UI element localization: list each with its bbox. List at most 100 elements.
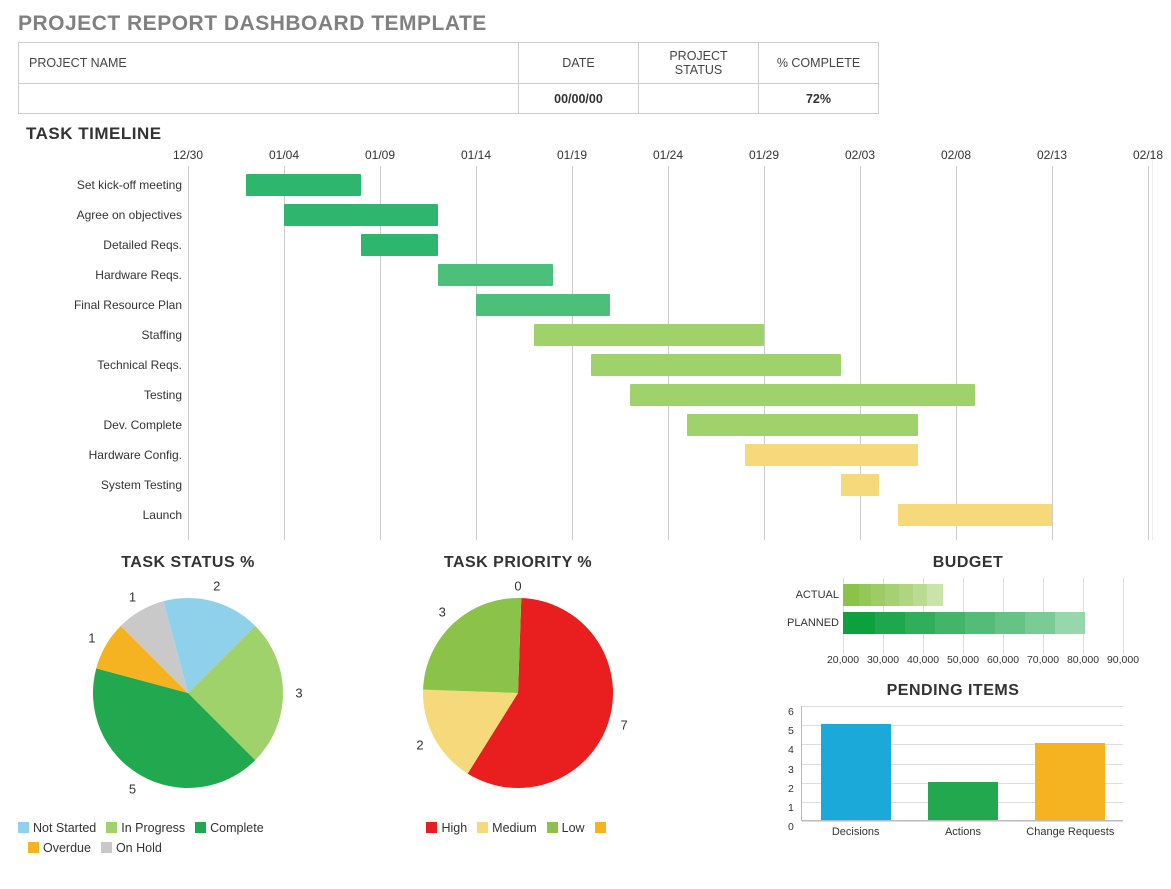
gantt-task-label: Set kick-off meeting xyxy=(18,170,188,200)
gantt-task-label: Staffing xyxy=(18,320,188,350)
header-status-value[interactable] xyxy=(639,84,759,114)
gantt-tick: 02/18 xyxy=(1133,148,1163,162)
pending-items-chart: 0123456DecisionsActionsChange Requests xyxy=(801,706,1123,821)
budget-chart: 20,00030,00040,00050,00060,00070,00080,0… xyxy=(783,578,1123,668)
priority-legend: High Medium Low xyxy=(368,818,668,838)
gantt-task-label: Detailed Reqs. xyxy=(18,230,188,260)
gantt-tick: 01/14 xyxy=(461,148,491,162)
legend-swatch xyxy=(101,842,112,853)
page-title: PROJECT REPORT DASHBOARD TEMPLATE xyxy=(18,12,1153,36)
gantt-tick: 12/30 xyxy=(173,148,203,162)
pie-value-label: 2 xyxy=(416,738,423,753)
pending-category-label: Actions xyxy=(913,826,1013,838)
pending-bar xyxy=(1035,743,1105,820)
gantt-task-label: Hardware Config. xyxy=(18,440,188,470)
gantt-task-label: Dev. Complete xyxy=(18,410,188,440)
pending-category-label: Decisions xyxy=(806,826,906,838)
gantt-tick: 02/13 xyxy=(1037,148,1067,162)
gantt-task-label: Agree on objectives xyxy=(18,200,188,230)
legend-label: On Hold xyxy=(116,841,162,855)
pending-ytick: 2 xyxy=(788,783,794,795)
legend-label: Overdue xyxy=(43,841,91,855)
gantt-bar xyxy=(745,444,918,466)
gantt-bar xyxy=(630,384,976,406)
priority-section-title: TASK PRIORITY % xyxy=(368,554,668,572)
pie-value-label: 3 xyxy=(295,686,302,701)
pie-value-label: 7 xyxy=(621,718,628,733)
header-project-name-label: PROJECT NAME xyxy=(19,43,519,84)
gantt-bar xyxy=(284,204,438,226)
project-header-table: PROJECT NAME DATE PROJECT STATUS % COMPL… xyxy=(18,42,879,114)
legend-swatch xyxy=(547,822,558,833)
gantt-bar xyxy=(361,234,438,256)
status-section-title: TASK STATUS % xyxy=(18,554,358,572)
budget-section-title: BUDGET xyxy=(783,554,1153,572)
gantt-task-label: Technical Reqs. xyxy=(18,350,188,380)
pie-value-label: 0 xyxy=(514,579,521,594)
pending-ytick: 1 xyxy=(788,802,794,814)
gantt-tick: 02/08 xyxy=(941,148,971,162)
budget-tick: 50,000 xyxy=(947,654,979,666)
legend-label: Low xyxy=(562,821,585,835)
gantt-tick: 02/03 xyxy=(845,148,875,162)
gantt-tick: 01/29 xyxy=(749,148,779,162)
gantt-task-label: Launch xyxy=(18,500,188,530)
pie-value-label: 2 xyxy=(213,578,220,593)
legend-swatch xyxy=(18,822,29,833)
gantt-bar xyxy=(841,474,879,496)
gantt-tick: 01/04 xyxy=(269,148,299,162)
task-priority-pie: 7 2 3 0 xyxy=(403,578,633,808)
pending-ytick: 5 xyxy=(788,725,794,737)
gantt-task-labels: Set kick-off meetingAgree on objectivesD… xyxy=(18,148,188,540)
legend-swatch xyxy=(28,842,39,853)
budget-segment xyxy=(843,584,859,606)
budget-row-label: ACTUAL xyxy=(783,584,839,606)
legend-label: Medium xyxy=(492,821,536,835)
pending-bar xyxy=(928,782,998,820)
pending-ytick: 4 xyxy=(788,744,794,756)
budget-tick: 40,000 xyxy=(907,654,939,666)
gantt-bar xyxy=(476,294,610,316)
gantt-task-label: Testing xyxy=(18,380,188,410)
pending-bar xyxy=(821,724,891,820)
legend-swatch xyxy=(426,822,437,833)
pending-section-title: PENDING ITEMS xyxy=(783,682,1123,700)
legend-swatch xyxy=(195,822,206,833)
header-pct-label: % COMPLETE xyxy=(759,43,879,84)
gantt-tick: 01/09 xyxy=(365,148,395,162)
header-pct-value: 72% xyxy=(759,84,879,114)
header-status-label: PROJECT STATUS xyxy=(639,43,759,84)
header-date-value[interactable]: 00/00/00 xyxy=(519,84,639,114)
budget-tick: 60,000 xyxy=(987,654,1019,666)
gantt-tick: 01/24 xyxy=(653,148,683,162)
gantt-bar xyxy=(438,264,553,286)
budget-row-label: PLANNED xyxy=(783,612,839,634)
budget-tick: 70,000 xyxy=(1027,654,1059,666)
legend-label: Not Started xyxy=(33,821,96,835)
legend-label: In Progress xyxy=(121,821,185,835)
gantt-bar xyxy=(898,504,1052,526)
pending-ytick: 6 xyxy=(788,706,794,718)
legend-label: High xyxy=(441,821,467,835)
gantt-bar xyxy=(591,354,841,376)
gantt-task-label: System Testing xyxy=(18,470,188,500)
pie-value-label: 5 xyxy=(129,782,136,797)
budget-tick: 20,000 xyxy=(827,654,859,666)
pending-category-label: Change Requests xyxy=(1020,826,1120,838)
gantt-chart: 12/3001/0401/0901/1401/1901/2401/2902/03… xyxy=(188,148,1153,540)
gantt-task-label: Final Resource Plan xyxy=(18,290,188,320)
legend-swatch xyxy=(106,822,117,833)
legend-label: Complete xyxy=(210,821,264,835)
task-status-pie: 23511 xyxy=(68,578,308,808)
pending-ytick: 0 xyxy=(788,821,794,833)
pie-value-label: 1 xyxy=(88,630,95,645)
budget-segment xyxy=(843,612,875,634)
pie-value-label: 3 xyxy=(439,604,446,619)
gantt-bar xyxy=(534,324,764,346)
header-date-label: DATE xyxy=(519,43,639,84)
budget-tick: 90,000 xyxy=(1107,654,1139,666)
timeline-section-title: TASK TIMELINE xyxy=(26,124,1153,144)
gantt-tick: 01/19 xyxy=(557,148,587,162)
header-project-name-value[interactable] xyxy=(19,84,519,114)
gantt-bar xyxy=(246,174,361,196)
